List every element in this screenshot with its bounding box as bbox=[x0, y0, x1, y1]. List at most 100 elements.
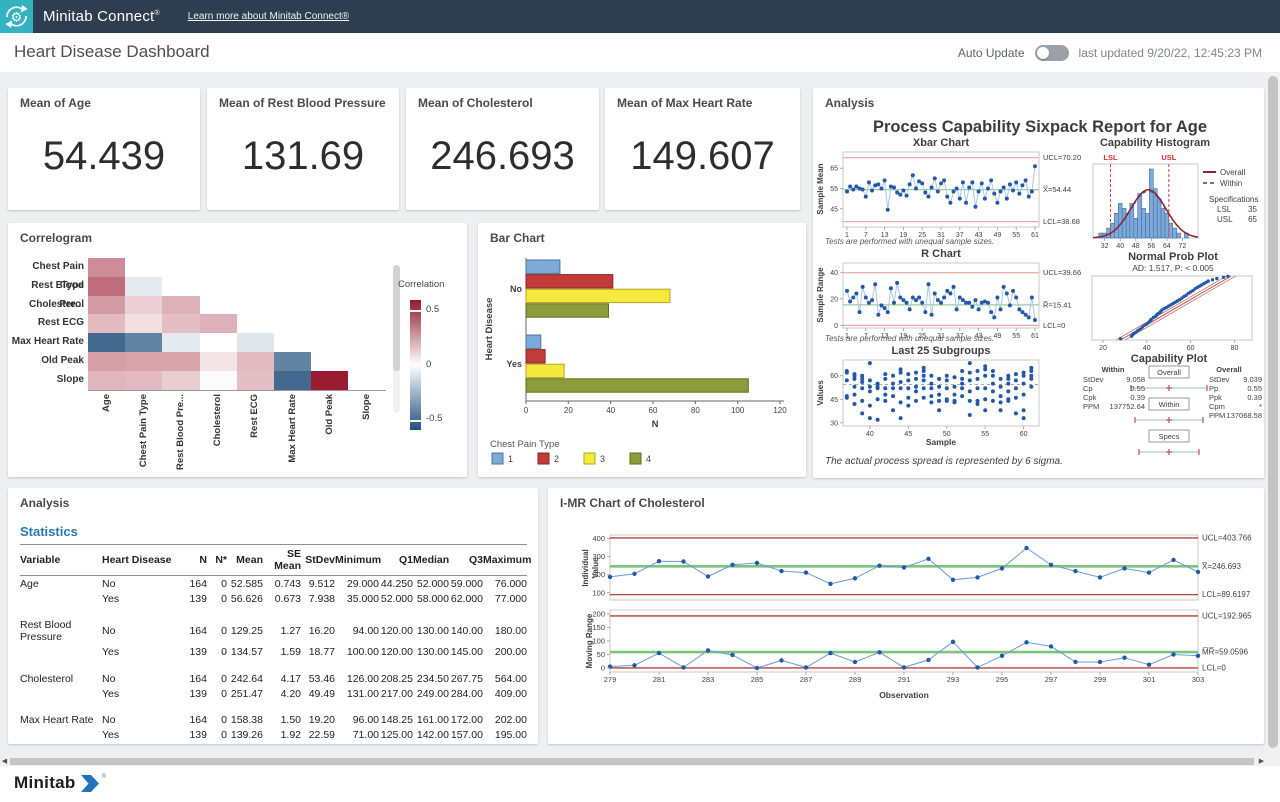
table-cell: No bbox=[102, 701, 179, 728]
minitab-footer-logo[interactable]: Minitab ® bbox=[14, 773, 105, 793]
correlogram-cell[interactable] bbox=[125, 352, 162, 371]
correlogram-cell[interactable] bbox=[125, 277, 162, 296]
correlogram-cell[interactable] bbox=[311, 371, 348, 390]
table-cell: 208.25 bbox=[379, 660, 413, 687]
correlogram-row-label: Old Peak bbox=[8, 352, 84, 371]
table-cell: 77.000 bbox=[483, 591, 527, 606]
vertical-scrollbar[interactable] bbox=[1266, 72, 1280, 766]
svg-text:291: 291 bbox=[898, 675, 911, 684]
learn-more-link[interactable]: Learn more about Minitab Connect® bbox=[188, 11, 349, 22]
statistics-table: VariableHeart DiseaseNN*MeanSE MeanStDev… bbox=[20, 544, 527, 743]
correlogram-cell[interactable] bbox=[200, 333, 237, 352]
svg-text:289: 289 bbox=[849, 675, 862, 684]
correlogram-cell[interactable] bbox=[200, 314, 237, 333]
table-cell: 59.000 bbox=[449, 576, 483, 592]
table-cell: 18.77 bbox=[301, 645, 335, 660]
table-cell: 284.00 bbox=[449, 686, 483, 701]
table-cell: 0 bbox=[207, 701, 227, 728]
svg-text:45: 45 bbox=[904, 431, 912, 438]
table-cell: Yes bbox=[102, 645, 179, 660]
svg-text:Xbar Chart: Xbar Chart bbox=[913, 137, 970, 149]
kpi-card-mean-age: Mean of Age 54.439 bbox=[8, 88, 200, 210]
table-cell: 172.00 bbox=[449, 701, 483, 728]
svg-text:80: 80 bbox=[1231, 345, 1239, 352]
correlogram-cell[interactable] bbox=[125, 296, 162, 315]
svg-text:Heart Disease: Heart Disease bbox=[484, 298, 495, 361]
vertical-scrollbar-thumb[interactable] bbox=[1268, 76, 1278, 748]
svg-text:2: 2 bbox=[554, 454, 559, 464]
table-cell: 164 bbox=[179, 576, 207, 592]
svg-text:20: 20 bbox=[830, 296, 838, 303]
scroll-right-arrow-icon[interactable]: ▶ bbox=[1257, 757, 1266, 766]
svg-text:Sample: Sample bbox=[926, 437, 957, 447]
statistics-heading: Statistics bbox=[20, 524, 78, 539]
table-cell: 139 bbox=[179, 686, 207, 701]
svg-text:StDev: StDev bbox=[1083, 375, 1104, 384]
svg-text:0.39: 0.39 bbox=[1130, 393, 1145, 402]
correlogram-cell[interactable] bbox=[88, 314, 125, 333]
correlogram-cell[interactable] bbox=[237, 333, 274, 352]
correlogram-cell[interactable] bbox=[88, 258, 125, 277]
svg-text:56: 56 bbox=[1147, 243, 1155, 250]
table-cell: 130.00 bbox=[413, 645, 449, 660]
correlogram-cell[interactable] bbox=[88, 296, 125, 315]
correlogram-cell[interactable] bbox=[88, 333, 125, 352]
horizontal-scrollbar-thumb[interactable] bbox=[10, 758, 1254, 765]
table-column-header: Q3 bbox=[449, 545, 483, 576]
table-cell: 131.00 bbox=[335, 686, 379, 701]
correlogram-cell[interactable] bbox=[125, 314, 162, 333]
correlogram-cell[interactable] bbox=[162, 314, 199, 333]
auto-update-toggle[interactable] bbox=[1035, 45, 1069, 61]
horizontal-scrollbar[interactable]: ◀ ▶ bbox=[0, 757, 1266, 766]
correlogram-cell[interactable] bbox=[200, 352, 237, 371]
table-cell: 0.673 bbox=[263, 591, 301, 606]
correlogram-row-label: Slope bbox=[8, 371, 84, 390]
svg-text:Cp: Cp bbox=[1083, 384, 1093, 393]
table-cell bbox=[20, 645, 102, 660]
sixpack-chart-area: Process Capability Sixpack Report for Ag… bbox=[813, 88, 1264, 478]
correlogram-column-label: Max Heart Rate bbox=[287, 394, 299, 472]
table-cell: 19.20 bbox=[301, 701, 335, 728]
correlogram-cell[interactable] bbox=[88, 277, 125, 296]
svg-text:1: 1 bbox=[508, 454, 513, 464]
correlogram-cell[interactable] bbox=[125, 371, 162, 390]
svg-text:Tests are performed with unequ: Tests are performed with unequal sample … bbox=[825, 237, 994, 246]
scroll-left-arrow-icon[interactable]: ◀ bbox=[0, 757, 9, 766]
correlogram-cell[interactable] bbox=[162, 352, 199, 371]
colorbar-tick-label: -0.5 bbox=[426, 413, 442, 424]
correlogram-cell[interactable] bbox=[125, 333, 162, 352]
correlogram-cell[interactable] bbox=[162, 296, 199, 315]
svg-text:PPM: PPM bbox=[1083, 402, 1099, 411]
svg-text:Specifications: Specifications bbox=[1209, 195, 1258, 204]
table-cell: 249.00 bbox=[413, 686, 449, 701]
svg-text:Within: Within bbox=[1159, 400, 1180, 409]
svg-text:UCL=39.66: UCL=39.66 bbox=[1043, 268, 1081, 277]
correlogram-cell[interactable] bbox=[200, 371, 237, 390]
panel-title: Analysis bbox=[20, 496, 69, 510]
correlogram-cell[interactable] bbox=[274, 371, 311, 390]
table-column-header: Variable bbox=[20, 545, 102, 576]
svg-text:Cpm: Cpm bbox=[1209, 402, 1225, 411]
table-cell bbox=[20, 686, 102, 701]
correlogram-cell[interactable] bbox=[162, 333, 199, 352]
registered-mark: ® bbox=[102, 774, 106, 780]
table-cell: 195.00 bbox=[483, 728, 527, 743]
minitab-connect-logo[interactable]: ⚙ bbox=[0, 0, 33, 33]
table-cell: 242.64 bbox=[227, 660, 263, 687]
svg-text:AD: 1.517, P: < 0.005: AD: 1.517, P: < 0.005 bbox=[1132, 263, 1214, 273]
correlogram-cell[interactable] bbox=[237, 352, 274, 371]
correlogram-cell[interactable] bbox=[88, 371, 125, 390]
svg-text:USL: USL bbox=[1161, 153, 1176, 162]
table-cell: 161.00 bbox=[413, 701, 449, 728]
svg-text:61: 61 bbox=[1031, 232, 1039, 239]
correlogram-cell[interactable] bbox=[88, 352, 125, 371]
svg-text:Pp: Pp bbox=[1209, 384, 1218, 393]
table-cell: 4.20 bbox=[263, 686, 301, 701]
kpi-card-mean-cholesterol: Mean of Cholesterol 246.693 bbox=[406, 88, 599, 210]
svg-text:35: 35 bbox=[1248, 205, 1257, 214]
correlogram-cell[interactable] bbox=[274, 352, 311, 371]
svg-text:297: 297 bbox=[1045, 675, 1058, 684]
correlogram-cell[interactable] bbox=[237, 371, 274, 390]
correlogram-cell[interactable] bbox=[162, 371, 199, 390]
correlogram-row-label: Cholesterol bbox=[8, 296, 84, 315]
